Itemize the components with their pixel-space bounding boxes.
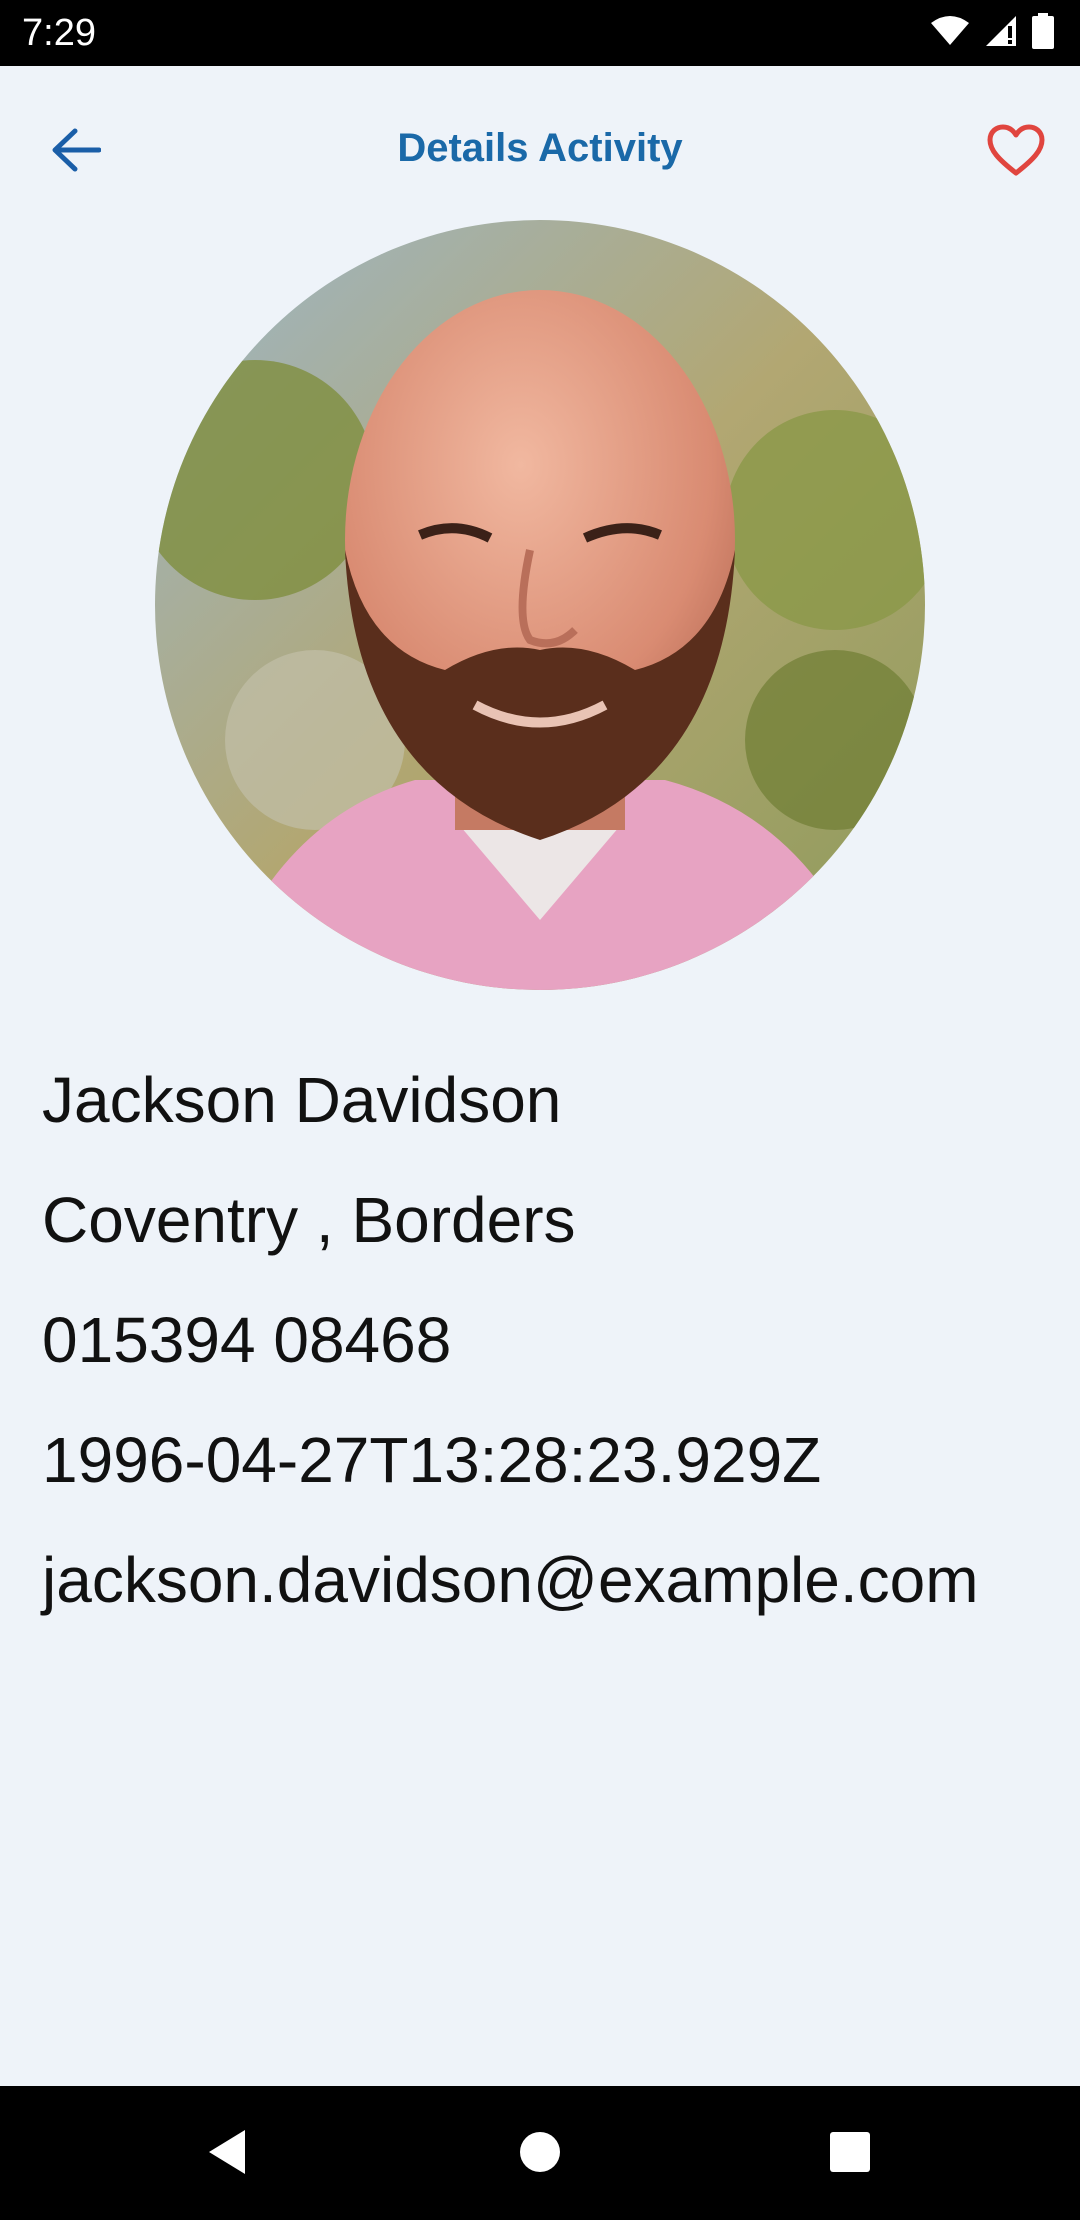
- wifi-icon: [930, 15, 970, 52]
- recents-square-icon: [829, 2131, 871, 2178]
- person-email: jackson.davidson@example.com: [42, 1544, 979, 1616]
- heart-outline-icon: [986, 123, 1046, 182]
- status-bar: 7:29: [0, 0, 1080, 66]
- profile-avatar: [155, 220, 925, 990]
- person-phone: 015394 08468: [42, 1304, 452, 1376]
- page-title: Details Activity: [397, 126, 683, 170]
- favorite-button[interactable]: [974, 110, 1058, 194]
- navigation-bar: [0, 2086, 1080, 2220]
- person-name: Jackson Davidson: [42, 1064, 562, 1136]
- signal-icon: [984, 14, 1018, 53]
- battery-icon: [1032, 12, 1054, 54]
- nav-recents-button[interactable]: [810, 2114, 890, 2194]
- person-date: 1996-04-27T13:28:23.929Z: [42, 1424, 822, 1496]
- nav-back-button[interactable]: [187, 2114, 267, 2194]
- status-time: 7:29: [22, 12, 96, 54]
- app-bar: Details Activity: [0, 66, 1080, 222]
- back-triangle-icon: [205, 2128, 249, 2181]
- home-circle-icon: [518, 2130, 562, 2179]
- status-icons: [930, 12, 1054, 54]
- nav-home-button[interactable]: [500, 2114, 580, 2194]
- contact-details: Jackson Davidson Coventry , Borders 0153…: [42, 1060, 1042, 1660]
- person-location: Coventry , Borders: [42, 1184, 576, 1256]
